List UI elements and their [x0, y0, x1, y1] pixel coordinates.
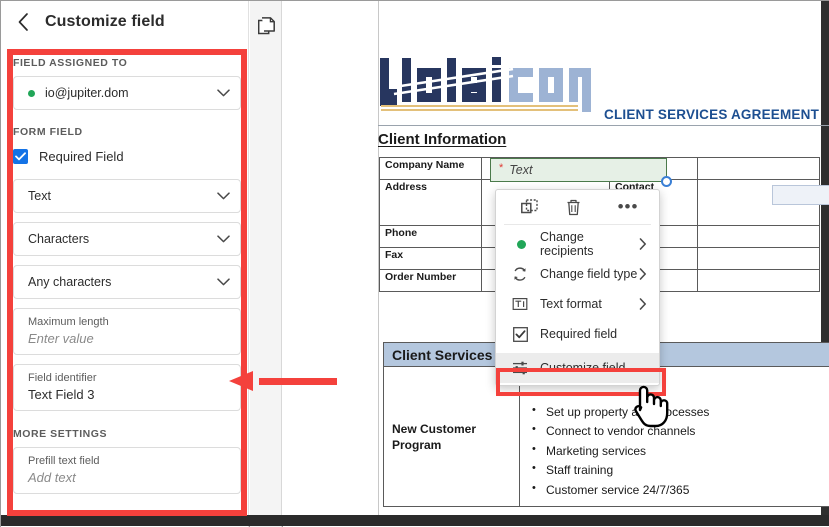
list-item: Staff training: [532, 460, 709, 480]
field-type-value: Text: [28, 189, 51, 203]
field-identifier-input[interactable]: Text Field 3: [28, 387, 226, 402]
globalcorp-logo: [378, 54, 608, 116]
chevron-left-icon[interactable]: [13, 12, 33, 32]
sidebar-header: Customize field: [1, 1, 249, 43]
recipient-dot-icon: [512, 236, 528, 252]
cell-label: Address: [379, 179, 482, 226]
menu-item-required-field[interactable]: Required field: [496, 319, 659, 349]
list-item: Marketing services: [532, 441, 709, 461]
refresh-icon: [512, 266, 528, 282]
chevron-down-icon[interactable]: [216, 86, 230, 100]
field-identifier-field[interactable]: Field identifier Text Field 3: [13, 364, 241, 411]
cell-value2[interactable]: [697, 225, 820, 248]
pages-icon[interactable]: [258, 17, 275, 35]
recipient-select[interactable]: io@jupiter.dom: [13, 76, 241, 110]
window-bottom-edge: [1, 515, 829, 526]
cell-label: Fax: [379, 247, 482, 270]
chevron-down-icon[interactable]: [216, 232, 230, 246]
services-row-label: New Customer Program: [392, 421, 477, 452]
tools-strip: [250, 1, 282, 527]
menu-item-label: Change field type: [540, 267, 638, 281]
cell-value2[interactable]: [697, 157, 820, 180]
chevron-right-icon: [639, 268, 649, 280]
text-format-icon: [512, 296, 528, 312]
client-services-body: New Customer Program Set up property and…: [383, 367, 829, 507]
required-asterisk-icon: *: [499, 162, 504, 174]
form-field-label: FORM FIELD: [13, 126, 83, 138]
client-information-heading: Client Information: [378, 131, 507, 148]
menu-item-label: Change recipients: [540, 230, 594, 258]
services-list: Set up property and processes Connect to…: [532, 402, 709, 500]
page-title: Customize field: [45, 13, 165, 30]
logo-divider: [378, 125, 829, 126]
cell-label: Phone: [379, 225, 482, 248]
prefill-text-field[interactable]: Prefill text field Add text: [13, 447, 241, 494]
cell-label: Company Name: [379, 157, 482, 180]
chevron-right-icon: [639, 298, 649, 310]
menu-item-text-format[interactable]: Text format: [496, 289, 659, 319]
customize-field-sidebar: Customize field FIELD ASSIGNED TO io@jup…: [1, 1, 249, 527]
duplicate-icon[interactable]: [520, 198, 538, 216]
more-icon[interactable]: •••: [618, 198, 638, 216]
checkbox-checked-icon[interactable]: [13, 148, 28, 164]
required-field-checkbox-row[interactable]: Required Field: [13, 145, 241, 167]
more-settings-label: MORE SETTINGS: [13, 428, 108, 440]
sidebar-body: FIELD ASSIGNED TO io@jupiter.dom FORM FI…: [13, 57, 241, 503]
trash-icon[interactable]: [564, 198, 582, 216]
annotation-arrow-shaft: [259, 378, 337, 385]
list-item: Customer service 24/7/365: [532, 480, 709, 500]
client-services-title: Client Services: [392, 346, 493, 363]
maximum-length-input[interactable]: Enter value: [28, 331, 226, 346]
character-rule-select[interactable]: Any characters: [13, 265, 241, 299]
hand-cursor-icon: [629, 380, 669, 428]
cell-value2[interactable]: [697, 269, 820, 292]
checkbox-checked-icon: [512, 326, 528, 342]
sliders-icon: [512, 360, 528, 376]
field-identifier-label: Field identifier: [28, 372, 97, 384]
cell-value2[interactable]: [697, 247, 820, 270]
field-type-select[interactable]: Text: [13, 179, 241, 213]
menu-item-change-field-type[interactable]: Change field type: [496, 259, 659, 289]
recipient-value: io@jupiter.dom: [45, 86, 129, 100]
services-row-label-cell: New Customer Program: [384, 367, 520, 507]
chevron-down-icon[interactable]: [216, 275, 230, 289]
field-resize-handle[interactable]: [661, 176, 672, 187]
annotation-arrow-head: [229, 371, 253, 391]
cell-label: Order Number: [379, 269, 482, 292]
maximum-length-label: Maximum length: [28, 316, 109, 328]
menu-item-label: Customize field: [540, 361, 626, 375]
context-menu-toolbar: •••: [504, 190, 651, 225]
menu-item-customize-field[interactable]: Customize field: [496, 353, 659, 383]
list-item: Connect to vendor channels: [532, 421, 709, 441]
field-assigned-to-label: FIELD ASSIGNED TO: [13, 57, 128, 69]
character-rule-value: Any characters: [28, 275, 112, 289]
menu-item-label: Text format: [540, 297, 602, 311]
field-context-menu: ••• Change recipients Change field type: [495, 189, 660, 386]
maximum-length-field[interactable]: Maximum length Enter value: [13, 308, 241, 355]
length-unit-select[interactable]: Characters: [13, 222, 241, 256]
list-item: Set up property and processes: [532, 402, 709, 422]
agreement-title: CLIENT SERVICES AGREEMENT: [604, 107, 820, 122]
menu-item-change-recipients[interactable]: Change recipients: [496, 229, 659, 259]
length-unit-value: Characters: [28, 232, 90, 246]
prefill-input[interactable]: Add text: [28, 470, 226, 485]
chevron-down-icon[interactable]: [216, 189, 230, 203]
menu-item-label: Required field: [540, 327, 618, 341]
recipient-color-dot-icon: [28, 89, 35, 97]
app-window: Customize field FIELD ASSIGNED TO io@jup…: [0, 0, 829, 527]
chevron-right-icon: [639, 238, 649, 250]
selected-text-form-field[interactable]: * Text: [490, 158, 667, 182]
secondary-field-placeholder: [772, 185, 829, 205]
prefill-label: Prefill text field: [28, 455, 100, 467]
required-field-label: Required Field: [39, 148, 124, 164]
text-field-placeholder: Text: [509, 163, 533, 177]
